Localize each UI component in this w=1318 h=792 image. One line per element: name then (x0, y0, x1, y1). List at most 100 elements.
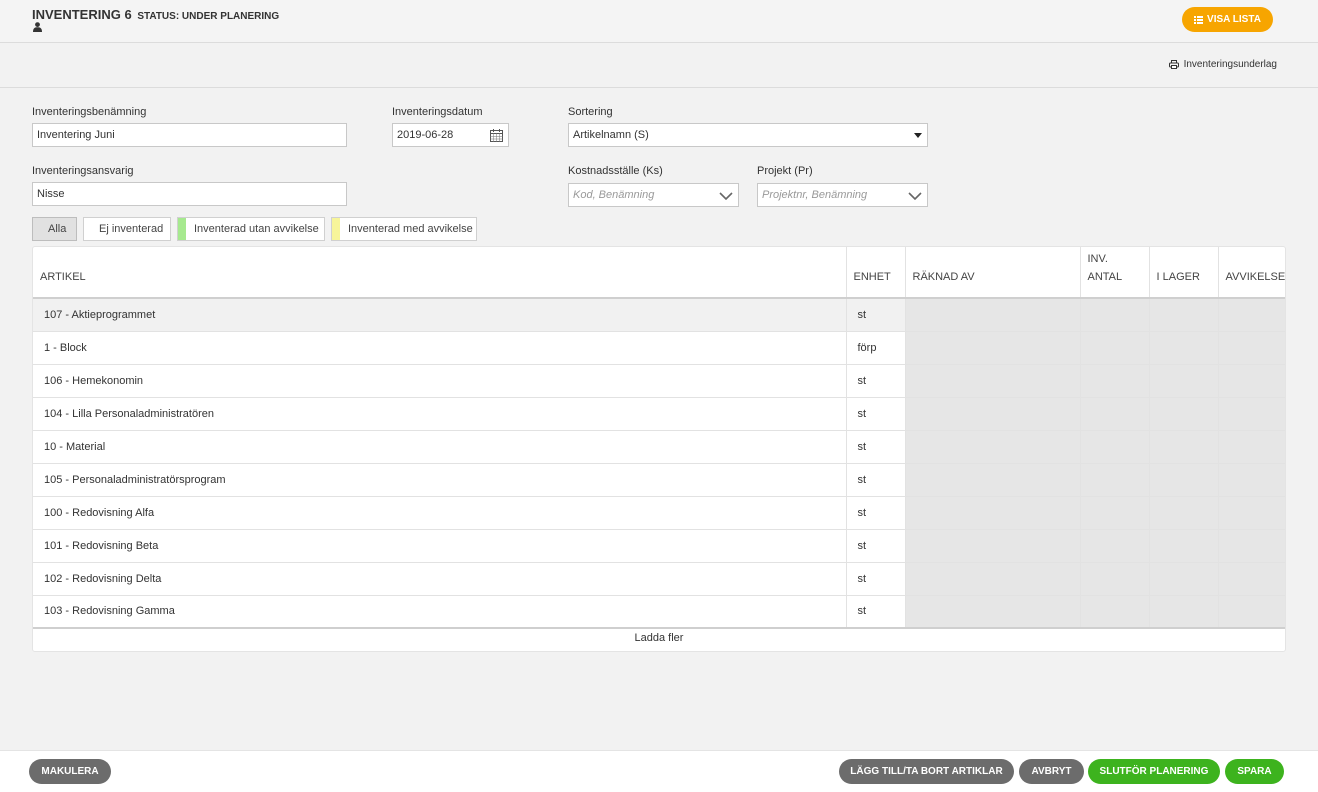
article-cell: 103 - Redovisning Gamma (33, 595, 846, 629)
status-filter-group: Alla Ej inventerad Inventerad utan avvik… (32, 217, 477, 241)
article-cell: 10 - Material (33, 430, 846, 464)
printer-icon (1168, 60, 1179, 69)
inv-quantity-cell[interactable] (1079, 364, 1149, 398)
date-label: Inventeringsdatum (392, 106, 483, 118)
article-cell: 101 - Redovisning Beta (33, 529, 846, 563)
calendar-icon[interactable] (490, 124, 503, 146)
table-row[interactable]: 100 - Redovisning Alfa st (33, 496, 1285, 530)
article-cell: 100 - Redovisning Alfa (33, 496, 846, 530)
sort-value: Artikelnamn (S) (573, 129, 649, 141)
in-stock-cell (1148, 562, 1218, 596)
column-header-inv-quantity[interactable]: INV. ANTAL (1079, 247, 1149, 299)
counted-by-cell[interactable] (904, 463, 1080, 497)
deviation-cell (1217, 496, 1285, 530)
table-row[interactable]: 104 - Lilla Personaladministratören st (33, 397, 1285, 431)
page-title: INVENTERING 6 STATUS: UNDER PLANERING (32, 7, 279, 22)
counted-by-cell[interactable] (904, 298, 1080, 332)
load-more-button[interactable]: Ladda fler (33, 628, 1285, 651)
sub-toolbar: Inventeringsunderlag (0, 43, 1318, 88)
in-stock-cell (1148, 430, 1218, 464)
deviation-cell (1217, 364, 1285, 398)
filter-with-deviation[interactable]: Inventerad med avvikelse (331, 217, 477, 241)
counted-by-cell[interactable] (904, 364, 1080, 398)
inv-quantity-cell[interactable] (1079, 562, 1149, 596)
inv-quantity-cell[interactable] (1079, 331, 1149, 365)
deviation-cell (1217, 595, 1285, 629)
inv-quantity-cell[interactable] (1079, 430, 1149, 464)
show-list-button[interactable]: VISA LISTA (1182, 7, 1273, 32)
void-button[interactable]: MAKULERA (29, 759, 111, 784)
filter-no-deviation-label: Inventerad utan avvikelse (194, 223, 319, 235)
counted-by-cell[interactable] (904, 331, 1080, 365)
inv-quantity-cell[interactable] (1079, 298, 1149, 332)
cost-center-select[interactable]: Kod, Benämning (568, 183, 739, 207)
filter-not-inventoried-label: Ej inventerad (99, 223, 164, 235)
article-cell: 1 - Block (33, 331, 846, 365)
column-header-deviation[interactable]: AVVIKELSE (1217, 247, 1285, 299)
unit-cell: st (845, 364, 905, 398)
filter-no-deviation[interactable]: Inventerad utan avvikelse (177, 217, 325, 241)
inventory-table: ARTIKEL ENHET RÄKNAD AV INV. ANTAL I LAG… (33, 247, 1285, 629)
counted-by-cell[interactable] (904, 529, 1080, 563)
in-stock-cell (1148, 496, 1218, 530)
counted-by-cell[interactable] (904, 562, 1080, 596)
in-stock-cell (1148, 298, 1218, 332)
unit-cell: st (845, 430, 905, 464)
name-label: Inventeringsbenämning (32, 106, 147, 118)
deviation-cell (1217, 331, 1285, 365)
table-row[interactable]: 107 - Aktieprogrammet st (33, 298, 1285, 332)
column-header-counted-by[interactable]: RÄKNAD AV (904, 247, 1080, 299)
deviation-cell (1217, 463, 1285, 497)
abort-button[interactable]: AVBRYT (1019, 759, 1084, 784)
sort-label: Sortering (568, 106, 613, 118)
date-input[interactable]: 2019-06-28 (392, 123, 509, 147)
unit-cell: st (845, 496, 905, 530)
table-row[interactable]: 10 - Material st (33, 430, 1285, 464)
column-header-unit[interactable]: ENHET (845, 247, 905, 299)
inv-quantity-cell[interactable] (1079, 529, 1149, 563)
inventory-title: INVENTERING 6 (32, 7, 132, 22)
column-header-article[interactable]: ARTIKEL (33, 247, 846, 299)
project-select[interactable]: Projektnr, Benämning (757, 183, 928, 207)
column-header-in-stock[interactable]: I LAGER (1148, 247, 1218, 299)
inv-quantity-cell[interactable] (1079, 463, 1149, 497)
inv-quantity-cell[interactable] (1079, 496, 1149, 530)
chevron-down-icon (908, 184, 922, 206)
table-row[interactable]: 106 - Hemekonomin st (33, 364, 1285, 398)
responsible-input[interactable]: Nisse (32, 182, 347, 206)
article-cell: 106 - Hemekonomin (33, 364, 846, 398)
unit-cell: förp (845, 331, 905, 365)
article-cell: 107 - Aktieprogrammet (33, 298, 846, 332)
finish-planning-button[interactable]: SLUTFÖR PLANERING (1088, 759, 1220, 784)
counted-by-cell[interactable] (904, 496, 1080, 530)
filter-all-label: Alla (48, 223, 67, 235)
table-row[interactable]: 105 - Personaladministratörsprogram st (33, 463, 1285, 497)
counted-by-cell[interactable] (904, 430, 1080, 464)
table-row[interactable]: 103 - Redovisning Gamma st (33, 595, 1285, 629)
add-remove-articles-button[interactable]: LÄGG TILL/TA BORT ARTIKLAR (839, 759, 1014, 784)
sort-select[interactable]: Artikelnamn (S) (568, 123, 928, 147)
inv-quantity-cell[interactable] (1079, 595, 1149, 629)
name-input[interactable]: Inventering Juni (32, 123, 347, 147)
cost-center-placeholder: Kod, Benämning (573, 189, 655, 201)
filter-not-inventoried[interactable]: Ej inventerad (83, 217, 171, 241)
print-basis-link[interactable]: Inventeringsunderlag (1168, 59, 1277, 70)
print-basis-label: Inventeringsunderlag (1183, 59, 1277, 70)
unit-cell: st (845, 463, 905, 497)
user-icon (33, 22, 42, 32)
article-cell: 105 - Personaladministratörsprogram (33, 463, 846, 497)
save-button[interactable]: SPARA (1225, 759, 1284, 784)
unit-cell: st (845, 397, 905, 431)
table-row[interactable]: 1 - Block förp (33, 331, 1285, 365)
deviation-cell (1217, 298, 1285, 332)
deviation-cell (1217, 397, 1285, 431)
table-row[interactable]: 102 - Redovisning Delta st (33, 562, 1285, 596)
table-row[interactable]: 101 - Redovisning Beta st (33, 529, 1285, 563)
deviation-cell (1217, 562, 1285, 596)
counted-by-cell[interactable] (904, 397, 1080, 431)
in-stock-cell (1148, 529, 1218, 563)
unit-cell: st (845, 595, 905, 629)
counted-by-cell[interactable] (904, 595, 1080, 629)
inv-quantity-cell[interactable] (1079, 397, 1149, 431)
filter-all[interactable]: Alla (32, 217, 77, 241)
